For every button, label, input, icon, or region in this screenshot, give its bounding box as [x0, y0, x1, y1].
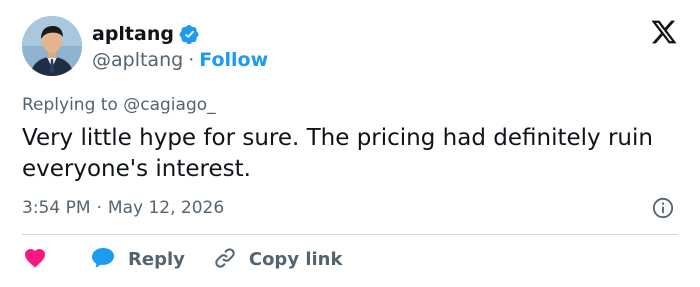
separator-dot: · — [188, 49, 195, 71]
copy-link-label: Copy link — [248, 249, 343, 270]
tweet-card: apltang @apltang · Follow Replying to @cag… — [0, 0, 700, 287]
tweet-time: 3:54 PM — [22, 198, 91, 218]
author-name[interactable]: apltang — [92, 22, 174, 46]
reply-button[interactable]: Reply — [90, 246, 185, 274]
replying-handle[interactable]: @cagiago_ — [123, 95, 215, 115]
reply-label: Reply — [128, 249, 185, 270]
action-bar: Reply Copy link — [22, 245, 370, 275]
x-logo-icon[interactable] — [650, 18, 678, 46]
replying-prefix: Replying to — [22, 95, 118, 115]
speech-bubble-icon — [90, 246, 116, 274]
tweet-text: Very little hype for sure. The pricing h… — [22, 125, 653, 182]
copy-link-button[interactable]: Copy link — [213, 246, 343, 274]
timestamp-separator: · — [96, 198, 102, 218]
follow-button[interactable]: Follow — [199, 49, 268, 71]
tweet-date: May 12, 2026 — [107, 198, 225, 218]
author-handle-row: @apltang · Follow — [92, 47, 268, 73]
verified-badge-icon — [179, 24, 200, 45]
author-name-row: apltang — [92, 22, 200, 46]
heart-icon — [23, 246, 47, 274]
avatar[interactable] — [22, 16, 82, 76]
replying-to: Replying to @cagiago_ — [22, 93, 216, 117]
info-icon[interactable] — [652, 197, 674, 219]
divider — [22, 234, 678, 235]
author-handle[interactable]: @apltang — [92, 49, 183, 71]
like-button[interactable] — [22, 247, 48, 273]
timestamp[interactable]: 3:54 PM · May 12, 2026 — [22, 196, 224, 220]
link-icon — [213, 246, 237, 274]
avatar-image — [22, 16, 82, 76]
